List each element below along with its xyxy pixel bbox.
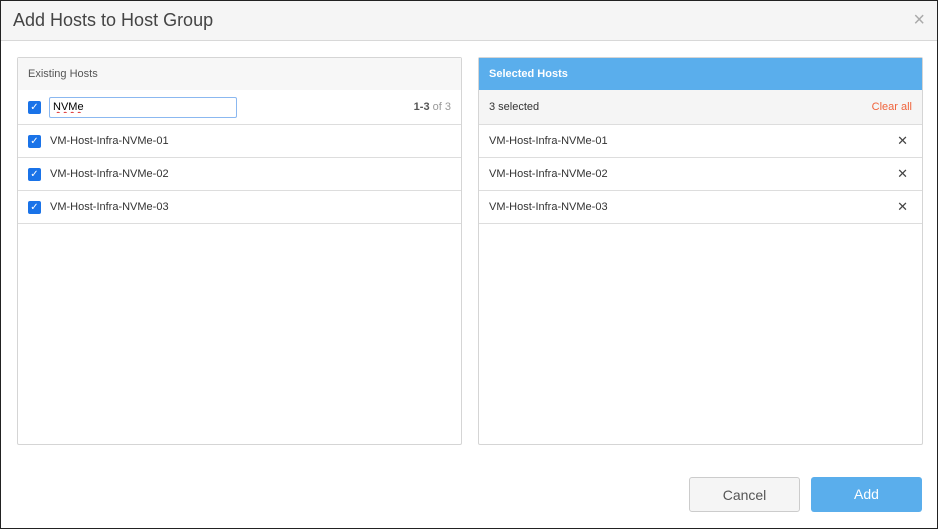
host-checkbox[interactable]: ✓ <box>28 134 41 148</box>
host-row[interactable]: ✓ VM-Host-Infra-NVMe-03 <box>18 191 461 224</box>
dialog-title: Add Hosts to Host Group <box>13 10 214 30</box>
host-name: VM-Host-Infra-NVMe-01 <box>50 135 169 147</box>
existing-hosts-header: Existing Hosts <box>18 58 461 90</box>
filter-row: ✓ 1-3 of 3 <box>18 90 461 125</box>
selected-summary-row: 3 selected Clear all <box>479 90 922 125</box>
result-total: of 3 <box>432 101 451 113</box>
result-range: 1-3 <box>413 101 430 113</box>
host-name: VM-Host-Infra-NVMe-02 <box>50 168 169 180</box>
selected-hosts-panel: Selected Hosts 3 selected Clear all VM-H… <box>478 57 923 445</box>
host-checkbox[interactable]: ✓ <box>28 200 41 214</box>
selected-host-row: VM-Host-Infra-NVMe-02 ✕ <box>479 158 922 191</box>
add-button[interactable]: Add <box>811 477 922 512</box>
selected-host-name: VM-Host-Infra-NVMe-03 <box>489 201 608 213</box>
selected-host-row: VM-Host-Infra-NVMe-03 ✕ <box>479 191 922 224</box>
close-icon[interactable]: × <box>913 9 925 32</box>
select-all-checkbox[interactable]: ✓ <box>28 100 41 114</box>
result-count: 1-3 of 3 <box>414 101 451 113</box>
remove-icon[interactable]: ✕ <box>897 199 908 215</box>
host-name: VM-Host-Infra-NVMe-03 <box>50 201 169 213</box>
host-checkbox[interactable]: ✓ <box>28 167 41 181</box>
remove-icon[interactable]: ✕ <box>897 166 908 182</box>
selected-host-name: VM-Host-Infra-NVMe-02 <box>489 168 608 180</box>
selected-count: 3 selected <box>489 101 540 113</box>
clear-all-link[interactable]: Clear all <box>872 101 912 113</box>
existing-hosts-panel: Existing Hosts ✓ 1-3 of 3 ✓ VM-Host-Infra… <box>17 57 462 445</box>
remove-icon[interactable]: ✕ <box>897 133 908 149</box>
host-row[interactable]: ✓ VM-Host-Infra-NVMe-01 <box>18 125 461 158</box>
host-row[interactable]: ✓ VM-Host-Infra-NVMe-02 <box>18 158 461 191</box>
selected-host-name: VM-Host-Infra-NVMe-01 <box>489 135 608 147</box>
selected-hosts-header: Selected Hosts <box>479 58 922 90</box>
cancel-button[interactable]: Cancel <box>689 477 800 512</box>
search-input[interactable] <box>49 96 237 118</box>
dialog-header: Add Hosts to Host Group × <box>1 1 937 41</box>
selected-host-row: VM-Host-Infra-NVMe-01 ✕ <box>479 125 922 158</box>
